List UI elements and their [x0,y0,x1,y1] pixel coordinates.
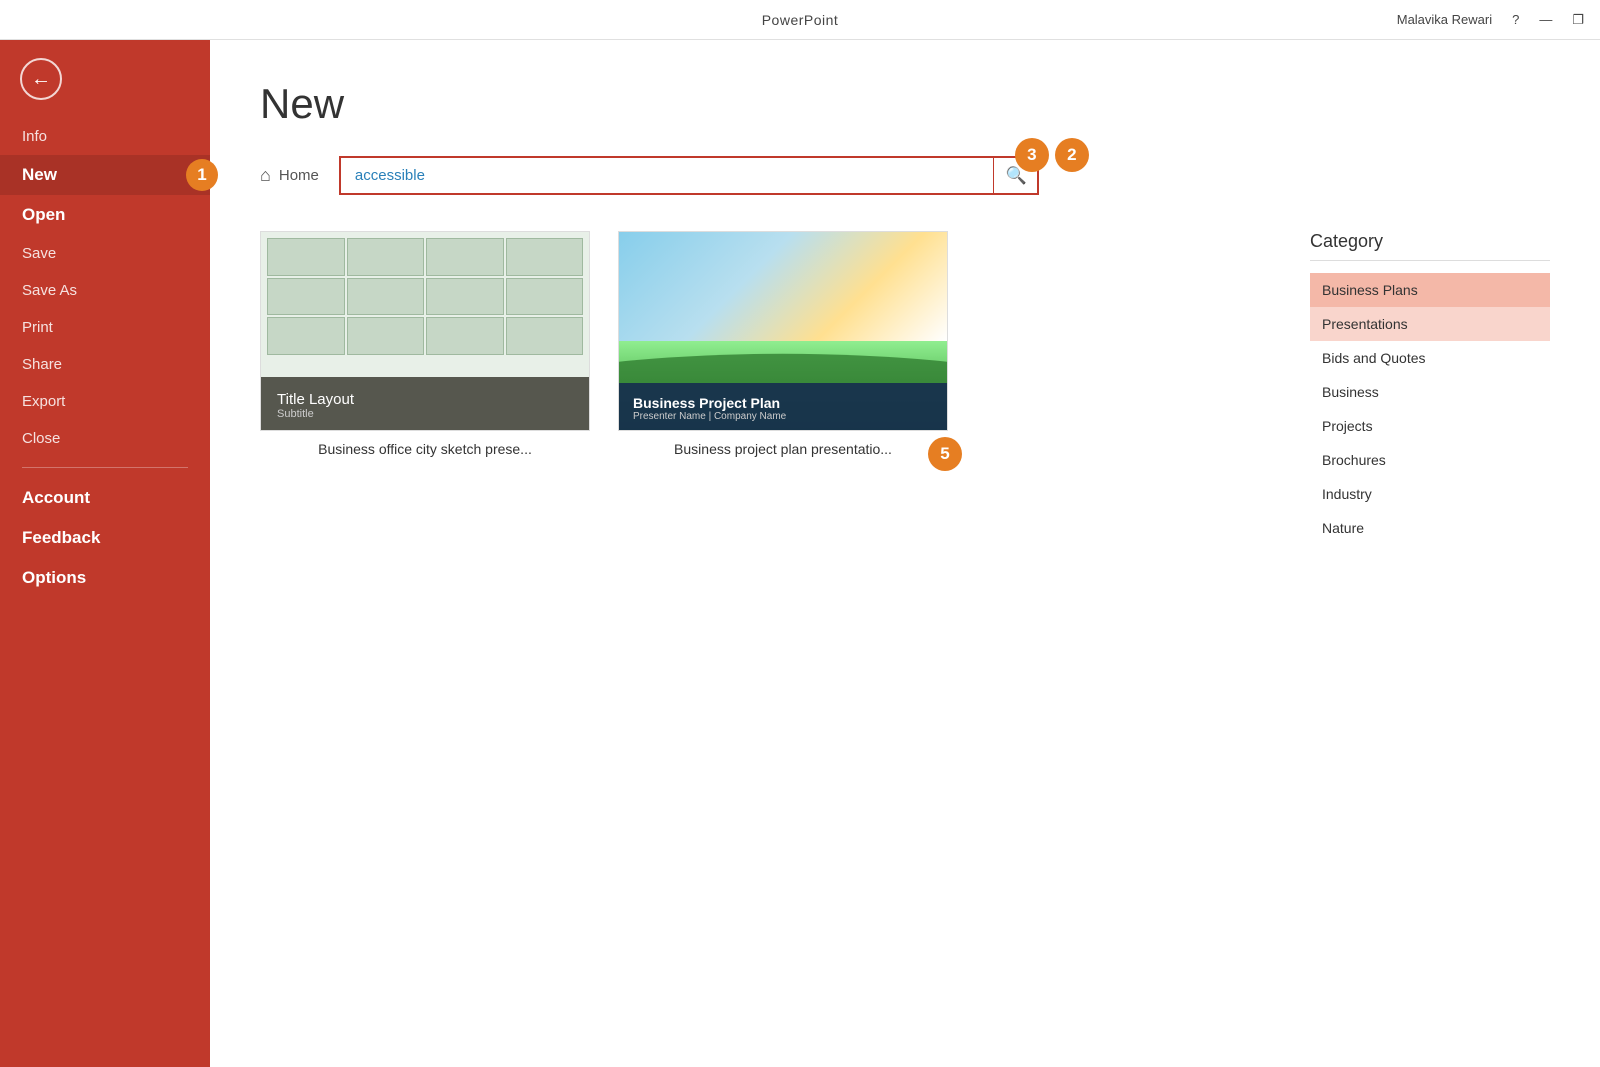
page-title: New [260,80,1550,128]
category-item-business[interactable]: Business [1310,375,1550,409]
sidebar-item-feedback[interactable]: Feedback [0,518,210,558]
sidebar-item-info[interactable]: Info [0,118,210,155]
sketch-cell [426,278,504,316]
category-item-projects[interactable]: Projects [1310,409,1550,443]
main-layout: ← Info New 1 Open Save Save As [0,40,1600,1067]
business-sky [619,232,947,341]
sketch-cell [506,278,584,316]
category-item-presentations[interactable]: Presentations [1310,307,1550,341]
home-link[interactable]: ⌂ Home [260,165,319,186]
sidebar-bottom: Account Feedback Options [0,478,210,614]
sketch-subtitle-text: Subtitle [277,408,573,420]
sketch-cell [267,238,345,276]
titlebar: PowerPoint Malavika Rewari ? — ❐ [0,0,1600,40]
badge-1: 1 [186,159,218,191]
sketch-cell [426,317,504,355]
sketch-cell [506,238,584,276]
business-thumb-bg: Business Project Plan Presenter Name | C… [619,232,947,430]
category-item-nature[interactable]: Nature [1310,511,1550,545]
back-button[interactable]: ← [0,40,210,118]
category-item-bids-quotes[interactable]: Bids and Quotes [1310,341,1550,375]
business-subtitle-text: Presenter Name | Company Name [633,411,933,422]
badge-5: 5 [928,437,962,471]
sketch-title-text: Title Layout [277,391,573,408]
sidebar-item-options[interactable]: Options [0,558,210,598]
category-item-industry[interactable]: Industry [1310,477,1550,511]
home-label: Home [279,167,319,184]
sketch-cell [267,278,345,316]
minimize-button[interactable]: — [1539,12,1552,27]
sidebar-item-account[interactable]: Account [0,478,210,518]
business-title-bar: Business Project Plan Presenter Name | C… [619,383,947,430]
help-button[interactable]: ? [1512,12,1519,27]
sidebar-item-share[interactable]: Share [0,346,210,383]
sketch-thumb-bg: Title Layout Subtitle [261,232,589,430]
template-area: Title Layout Subtitle Business office ci… [260,231,1550,545]
sketch-cell [347,278,425,316]
category-panel: Category Business Plans Presentations Bi… [1310,231,1550,545]
search-input[interactable] [339,156,1039,195]
sketch-grid [261,232,589,361]
sidebar-divider [22,467,188,468]
category-item-brochures[interactable]: Brochures [1310,443,1550,477]
sidebar-item-export[interactable]: Export [0,383,210,420]
sketch-cell [347,238,425,276]
business-title-text: Business Project Plan [633,395,933,411]
sketch-cell [267,317,345,355]
app-name: PowerPoint [762,12,839,28]
sketch-cell [426,238,504,276]
template-label-sketch: Business office city sketch prese... [260,441,590,457]
template-grid: Title Layout Subtitle Business office ci… [260,231,1270,545]
content-area: New ⌂ Home 2 🔍 3 [210,40,1600,1067]
sidebar-item-open[interactable]: Open [0,195,210,235]
category-item-business-plans[interactable]: Business Plans [1310,273,1550,307]
user-name: Malavika Rewari [1397,12,1492,27]
maximize-button[interactable]: ❐ [1572,12,1584,28]
category-title: Category [1310,231,1550,261]
sketch-cell [506,317,584,355]
template-thumb-business: Business Project Plan Presenter Name | C… [618,231,948,431]
template-label-business: Business project plan presentatio... [618,441,948,457]
template-card-business[interactable]: Business Project Plan Presenter Name | C… [618,231,948,457]
template-card-sketch[interactable]: Title Layout Subtitle Business office ci… [260,231,590,457]
sketch-cell [347,317,425,355]
sidebar-item-close[interactable]: Close [0,420,210,457]
sidebar: ← Info New 1 Open Save Save As [0,40,210,1067]
sidebar-item-save-as[interactable]: Save As [0,272,210,309]
template-thumb-sketch: Title Layout Subtitle [260,231,590,431]
badge-2: 2 [1055,138,1089,172]
sidebar-nav: Info New 1 Open Save Save As Print [0,118,210,1067]
sidebar-item-save[interactable]: Save [0,235,210,272]
search-box-wrapper: 2 🔍 3 [339,156,1039,195]
sketch-title-bar: Title Layout Subtitle [261,377,589,430]
badge-3: 3 [1015,138,1049,172]
search-area: ⌂ Home 2 🔍 3 [260,156,1550,195]
sidebar-item-print[interactable]: Print [0,309,210,346]
sidebar-item-new[interactable]: New 1 [0,155,210,195]
back-circle-icon: ← [20,58,62,100]
home-icon: ⌂ [260,165,271,186]
